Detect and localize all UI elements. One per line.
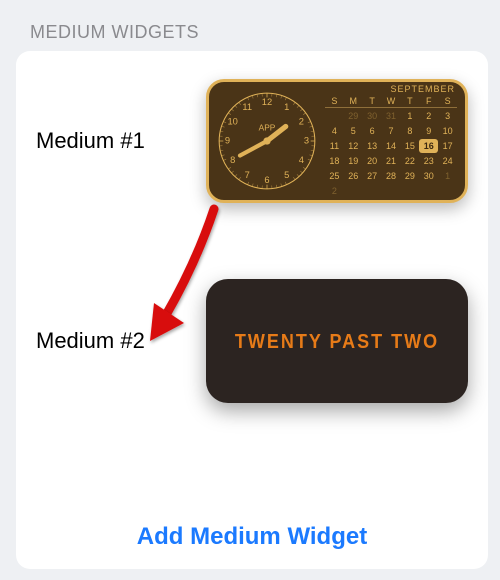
clock-brand-label: APP (259, 123, 276, 133)
calendar-day: 2 (419, 109, 438, 123)
add-medium-widget-button[interactable]: Add Medium Widget (137, 523, 367, 551)
calendar-day: 13 (363, 139, 382, 153)
calendar-day: 21 (382, 154, 401, 168)
calendar-day: 26 (344, 169, 363, 183)
calendar-day: 2 (325, 184, 344, 198)
widget-slot-1[interactable]: 12 1 2 3 4 5 6 7 8 9 10 11 (206, 79, 468, 203)
calendar-day: 9 (419, 124, 438, 138)
calendar-day: 4 (325, 124, 344, 138)
calendar-dow: W (382, 96, 401, 108)
calendar-day: 5 (344, 124, 363, 138)
svg-text:7: 7 (245, 170, 250, 180)
calendar-day: 1 (400, 109, 419, 123)
add-button-row: Add Medium Widget (16, 523, 488, 551)
calendar-day: 23 (419, 154, 438, 168)
widget-row-1: Medium #1 12 1 2 3 (36, 79, 468, 203)
svg-text:12: 12 (262, 97, 272, 107)
calendar-dow: T (400, 96, 419, 108)
calendar-day: 7 (382, 124, 401, 138)
calendar-day: 31 (382, 109, 401, 123)
calendar-day: 22 (400, 154, 419, 168)
calendar-day: 19 (344, 154, 363, 168)
calendar-day: 29 (344, 109, 363, 123)
svg-text:3: 3 (304, 135, 309, 145)
svg-text:6: 6 (264, 175, 269, 185)
calendar-day: 20 (363, 154, 382, 168)
text-clock-label: TWENTY PAST TWO (235, 329, 439, 353)
calendar-dow: S (325, 96, 344, 108)
svg-text:1: 1 (284, 102, 289, 112)
calendar-day: 11 (325, 139, 344, 153)
widget-row-2: Medium #2 TWENTY PAST TWO (36, 279, 468, 403)
widget-slot-2[interactable]: TWENTY PAST TWO (206, 279, 468, 403)
calendar-dow: F (419, 96, 438, 108)
calendar-day: 6 (363, 124, 382, 138)
calendar-dow: T (363, 96, 382, 108)
calendar-day: 29 (400, 169, 419, 183)
widget-clock-calendar: 12 1 2 3 4 5 6 7 8 9 10 11 (206, 79, 468, 203)
widget-text-clock: TWENTY PAST TWO (206, 279, 468, 403)
calendar-day: 27 (363, 169, 382, 183)
calendar-day: 14 (382, 139, 401, 153)
calendar-day: 1 (438, 169, 457, 183)
calendar-day: 16 (419, 139, 438, 153)
svg-text:5: 5 (284, 170, 289, 180)
calendar-day: 10 (438, 124, 457, 138)
svg-text:11: 11 (242, 102, 252, 112)
calendar-day: 18 (325, 154, 344, 168)
analog-clock-icon: 12 1 2 3 4 5 6 7 8 9 10 11 (215, 89, 319, 193)
calendar-day: 30 (419, 169, 438, 183)
calendar-day: 28 (382, 169, 401, 183)
section-header: MEDIUM WIDGETS (0, 0, 500, 51)
svg-text:10: 10 (227, 117, 237, 127)
calendar-day: 8 (400, 124, 419, 138)
calendar-month-label: SEPTEMBER (325, 84, 457, 96)
widget-row-2-label: Medium #2 (36, 328, 145, 354)
calendar-day: 30 (363, 109, 382, 123)
calendar-day: 15 (400, 139, 419, 153)
calendar-grid: SMTWTFS293031123456789101112131415161718… (325, 96, 457, 198)
calendar-day (325, 109, 344, 123)
widget-row-1-label: Medium #1 (36, 128, 145, 154)
svg-text:4: 4 (299, 155, 304, 165)
calendar-dow: S (438, 96, 457, 108)
calendar-day: 25 (325, 169, 344, 183)
svg-text:8: 8 (230, 155, 235, 165)
calendar-day: 24 (438, 154, 457, 168)
svg-text:9: 9 (225, 135, 230, 145)
mini-calendar: SEPTEMBER SMTWTFS29303112345678910111213… (319, 84, 457, 198)
calendar-dow: M (344, 96, 363, 108)
calendar-day: 17 (438, 139, 457, 153)
widgets-card: Medium #1 12 1 2 3 (16, 51, 488, 569)
calendar-day: 3 (438, 109, 457, 123)
calendar-day: 12 (344, 139, 363, 153)
svg-text:2: 2 (299, 117, 304, 127)
